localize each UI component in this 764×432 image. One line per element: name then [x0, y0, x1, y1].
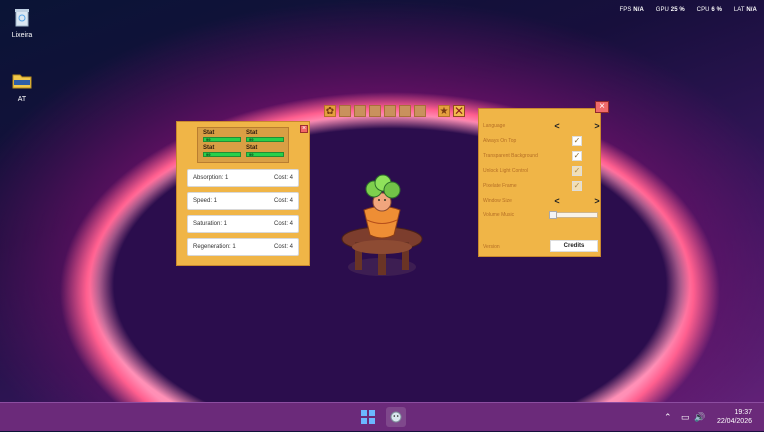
upgrade-cost: Cost: 4 [273, 244, 293, 250]
clock-date: 22/04/2026 [716, 418, 752, 425]
version-label: Version [483, 244, 500, 250]
setting-label: Language [483, 123, 506, 129]
folder-icon [11, 70, 33, 92]
upgrade-label: Saturation: 1 [193, 221, 228, 227]
setting-label: Volume Music [483, 212, 515, 218]
language-prev-button[interactable]: < [553, 121, 561, 131]
fps-label: FPS [619, 7, 632, 13]
recycle-bin-label: Lixeira [11, 32, 33, 39]
upgrade-speed[interactable]: Speed: 1 Cost: 4 [187, 192, 299, 210]
setting-label: Pixelate Frame [483, 183, 517, 189]
lat-label: LAT [733, 7, 745, 13]
transparent-background-checkbox[interactable]: ✓ [572, 151, 582, 161]
toolbar-slot-1[interactable] [339, 105, 351, 117]
performance-overlay: FPS N/A GPU 25 % CPU 6 % LAT N/A [610, 7, 758, 13]
setting-label: Always On Top [483, 138, 517, 144]
toolbar-slot-5[interactable] [399, 105, 411, 117]
toolbar-slot-2[interactable] [354, 105, 366, 117]
star-icon[interactable]: ★ [438, 105, 450, 117]
stat-label: Stat [203, 130, 215, 136]
setting-label: Window Size [483, 198, 512, 204]
language-next-button[interactable]: > [593, 121, 601, 131]
setting-label: Unlock Light Control [483, 168, 529, 174]
close-icon[interactable]: ✕ [453, 105, 465, 117]
setting-language: Language < > [483, 121, 600, 133]
game-toolbar: ✿ ★ ✕ [324, 105, 465, 119]
always-on-top-checkbox[interactable]: ✓ [572, 136, 582, 146]
stat-bar: 99 [246, 137, 284, 142]
cpu-label: CPU [696, 7, 710, 13]
upgrade-regeneration[interactable]: Regeneration: 1 Cost: 4 [187, 238, 299, 256]
setting-window-size: Window Size < > [483, 196, 600, 208]
stat-bar: 99 [203, 152, 241, 157]
toolbar-slot-4[interactable] [384, 105, 396, 117]
folder-at-icon[interactable]: AT [0, 70, 44, 103]
stats-panel: Stat 99 Stat 99 Stat 99 Stat 99 × Absorp… [176, 121, 310, 266]
plant-on-table-illustration[interactable] [336, 172, 428, 282]
stat-bar: 99 [246, 152, 284, 157]
setting-pixelate-frame: Pixelate Frame ✓ [483, 181, 595, 193]
fps-value: N/A [633, 7, 644, 13]
slider-knob[interactable] [549, 211, 557, 219]
chevron-up-icon[interactable]: ⌃ [664, 412, 672, 423]
game-app-icon[interactable] [386, 407, 406, 427]
volume-music-slider[interactable] [549, 211, 598, 219]
upgrade-cost: Cost: 4 [273, 175, 293, 181]
stat-label: Stat [246, 145, 258, 151]
window-size-next-button[interactable]: > [593, 196, 601, 206]
stats-box: Stat 99 Stat 99 Stat 99 Stat 99 [197, 127, 289, 163]
windows-start-icon[interactable] [361, 410, 375, 424]
trash-bin-icon [11, 6, 33, 28]
stat-bar: 99 [203, 137, 241, 142]
setting-always-on-top: Always On Top ✓ [483, 136, 595, 148]
upgrade-cost: Cost: 4 [273, 198, 293, 204]
window-size-prev-button[interactable]: < [553, 196, 561, 206]
gpu-label: GPU [655, 7, 669, 13]
setting-volume-music: Volume Music [483, 210, 598, 222]
setting-label: Transparent Background [483, 153, 538, 159]
upgrade-label: Regeneration: 1 [193, 244, 236, 250]
upgrade-absorption[interactable]: Absorption: 1 Cost: 4 [187, 169, 299, 187]
lat-value: N/A [746, 7, 757, 13]
folder-at-label: AT [17, 96, 27, 103]
volume-icon[interactable]: 🔊 [694, 412, 705, 423]
network-icon[interactable]: ▭ [681, 412, 690, 423]
stat-label: Stat [203, 145, 215, 151]
stat-label: Stat [246, 130, 258, 136]
unlock-light-control-checkbox[interactable]: ✓ [572, 166, 582, 176]
settings-close-button[interactable]: × [595, 101, 609, 113]
pixelate-frame-checkbox[interactable]: ✓ [572, 181, 582, 191]
clock-time: 19:37 [734, 409, 752, 416]
plant-menu-icon[interactable]: ✿ [324, 105, 336, 117]
setting-unlock-light-control: Unlock Light Control ✓ [483, 166, 595, 178]
gpu-value: 25 % [670, 7, 685, 13]
upgrade-label: Speed: 1 [193, 198, 218, 204]
credits-button[interactable]: Credits [550, 240, 598, 252]
recycle-bin-icon[interactable]: Lixeira [0, 6, 44, 39]
stats-close-button[interactable]: × [300, 125, 308, 133]
toolbar-slot-6[interactable] [414, 105, 426, 117]
taskbar: ⌃ ▭ 🔊 19:37 22/04/2026 [0, 402, 764, 431]
setting-transparent-background: Transparent Background ✓ [483, 151, 595, 163]
cpu-value: 6 % [711, 7, 723, 13]
upgrade-label: Absorption: 1 [193, 175, 229, 181]
upgrade-saturation[interactable]: Saturation: 1 Cost: 4 [187, 215, 299, 233]
settings-panel: Language < > Always On Top ✓ Transparent… [478, 108, 601, 257]
clock[interactable]: 19:37 22/04/2026 [717, 408, 752, 426]
upgrade-cost: Cost: 4 [273, 221, 293, 227]
toolbar-slot-3[interactable] [369, 105, 381, 117]
